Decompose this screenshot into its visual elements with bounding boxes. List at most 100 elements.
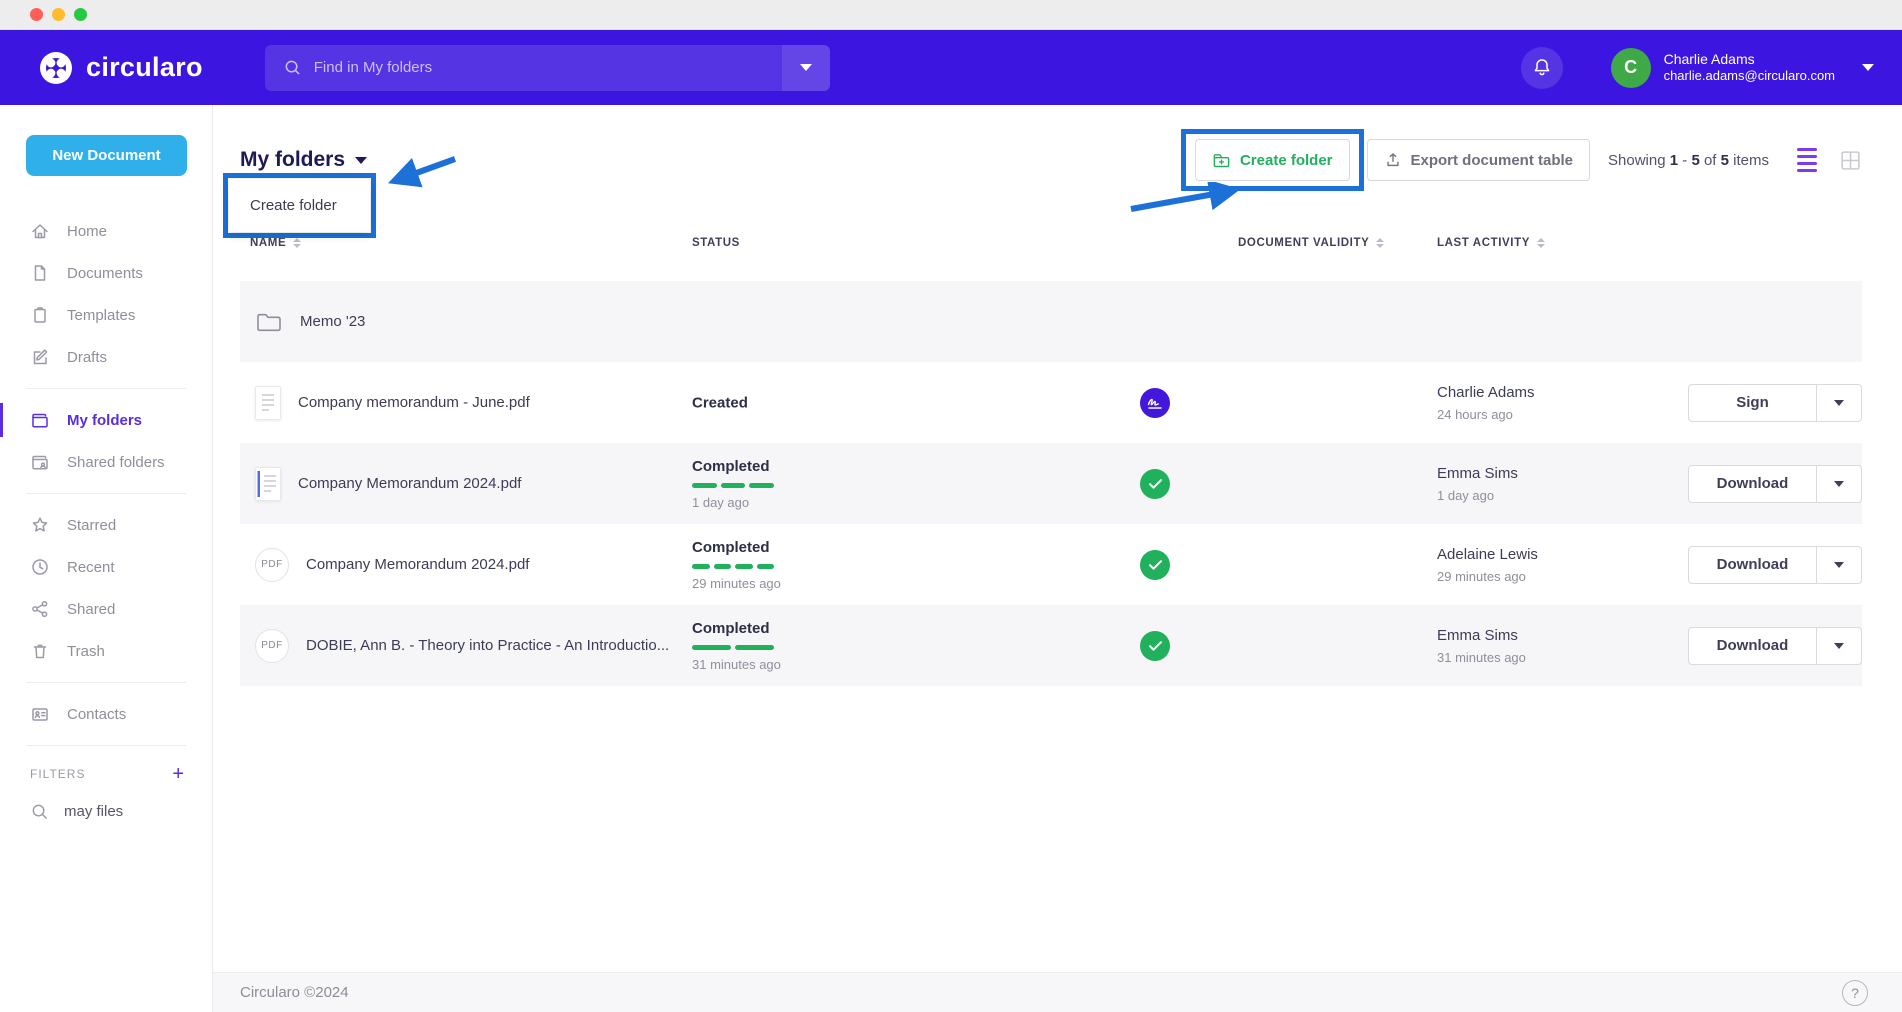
- status-cell: Completed 1 day ago: [692, 458, 774, 510]
- window-zoom-button[interactable]: [74, 8, 87, 21]
- footer: Circularo ©2024 ?: [213, 972, 1902, 1012]
- create-folder-button[interactable]: Create folder: [1195, 139, 1350, 181]
- list-view-button[interactable]: [1797, 148, 1817, 172]
- sort-icon: [1537, 238, 1545, 248]
- sidebar-item-contacts[interactable]: Contacts: [0, 693, 212, 735]
- grid-view-button[interactable]: [1839, 149, 1862, 172]
- sidebar-item-drafts[interactable]: Drafts: [0, 336, 212, 378]
- sidebar-item-shared[interactable]: Shared: [0, 588, 212, 630]
- activity-user: Emma Sims: [1437, 465, 1518, 482]
- circularo-logo-icon: [38, 50, 74, 86]
- saved-filter-may-files[interactable]: may files: [0, 802, 212, 821]
- sidebar: New Document Home Documents Templates Dr…: [0, 105, 213, 1012]
- trash-icon: [30, 641, 50, 661]
- sidebar-item-starred[interactable]: Starred: [0, 504, 212, 546]
- document-name: DOBIE, Ann B. - Theory into Practice - A…: [306, 637, 669, 654]
- toolbar-actions: Create folder Export document table Show…: [1181, 129, 1862, 191]
- window-close-button[interactable]: [30, 8, 43, 21]
- action-menu-button[interactable]: [1816, 547, 1861, 583]
- table-row-document[interactable]: Company Memorandum 2024.pdf Completed 1 …: [240, 443, 1862, 524]
- star-icon: [30, 515, 50, 535]
- search-icon: [30, 802, 49, 821]
- filters-header: FILTERS +: [0, 756, 212, 784]
- sidebar-item-templates[interactable]: Templates: [0, 294, 212, 336]
- activity-user: Emma Sims: [1437, 627, 1526, 644]
- chevron-down-icon: [1834, 643, 1844, 649]
- add-filter-button[interactable]: +: [172, 764, 184, 784]
- help-button[interactable]: ?: [1842, 980, 1868, 1006]
- signature-pending-icon: [1140, 388, 1170, 418]
- activity-user: Adelaine Lewis: [1437, 546, 1538, 563]
- export-document-table-button[interactable]: Export document table: [1367, 139, 1591, 181]
- sidebar-divider: [26, 682, 186, 683]
- activity-time: 1 day ago: [1437, 488, 1518, 503]
- sort-icon: [293, 238, 301, 248]
- chevron-down-icon: [800, 64, 812, 71]
- search-input[interactable]: [314, 59, 782, 76]
- sidebar-item-shared-folders[interactable]: Shared folders: [0, 441, 212, 483]
- column-header-name[interactable]: NAME: [250, 237, 301, 249]
- create-folder-label: Create folder: [1240, 152, 1333, 169]
- table-row-document[interactable]: PDF Company Memorandum 2024.pdf Complete…: [240, 524, 1862, 605]
- results-count: Showing 1 - 5 of 5 items: [1608, 152, 1769, 169]
- column-header-status[interactable]: STATUS: [692, 237, 740, 249]
- sidebar-item-trash[interactable]: Trash: [0, 630, 212, 672]
- brand-name: circularo: [86, 52, 203, 83]
- action-menu-button[interactable]: [1816, 466, 1861, 502]
- sidebar-item-my-folders[interactable]: My folders: [0, 399, 212, 441]
- download-button[interactable]: Download: [1689, 628, 1816, 664]
- sidebar-item-home[interactable]: Home: [0, 210, 212, 252]
- sidebar-item-label: Drafts: [67, 349, 107, 366]
- share-icon: [30, 599, 50, 619]
- filters-label: FILTERS: [30, 767, 85, 781]
- status-time: 1 day ago: [692, 495, 774, 510]
- chevron-down-icon: [355, 157, 367, 164]
- export-label: Export document table: [1411, 152, 1574, 169]
- status-label: Created: [692, 394, 748, 411]
- document-table: Memo '23 Company memorandum - June.pdf C…: [240, 281, 1862, 686]
- download-button[interactable]: Download: [1689, 547, 1816, 583]
- column-header-last-activity[interactable]: LAST ACTIVITY: [1437, 237, 1545, 249]
- create-folder-menu-item[interactable]: Create folder: [229, 179, 370, 232]
- action-split-button: Sign: [1688, 384, 1862, 422]
- valid-check-icon: [1140, 550, 1170, 580]
- view-switcher: [1797, 148, 1862, 172]
- sidebar-item-label: Shared: [67, 601, 115, 618]
- new-document-button[interactable]: New Document: [26, 135, 187, 176]
- table-row-folder[interactable]: Memo '23: [240, 281, 1862, 362]
- sidebar-item-label: Recent: [67, 559, 115, 576]
- action-menu-button[interactable]: [1816, 385, 1861, 421]
- brand-logo[interactable]: circularo: [38, 50, 203, 86]
- main-content: My folders Create folder Export d: [213, 105, 1902, 972]
- status-time: 31 minutes ago: [692, 657, 781, 672]
- status-label: Completed: [692, 620, 781, 637]
- notifications-button[interactable]: [1521, 47, 1563, 89]
- sign-button[interactable]: Sign: [1689, 385, 1816, 421]
- sidebar-item-documents[interactable]: Documents: [0, 252, 212, 294]
- folder-icon: [30, 410, 50, 430]
- status-label: Completed: [692, 458, 774, 475]
- window-titlebar: [0, 0, 1902, 30]
- action-menu-button[interactable]: [1816, 628, 1861, 664]
- search-scope-dropdown[interactable]: [782, 45, 830, 91]
- workflow-progress-bar: [692, 645, 774, 650]
- document-name: Company Memorandum 2024.pdf: [306, 556, 529, 573]
- download-button[interactable]: Download: [1689, 466, 1816, 502]
- sidebar-divider: [26, 745, 186, 746]
- sidebar-divider: [26, 493, 186, 494]
- status-label: Completed: [692, 539, 781, 556]
- table-row-document[interactable]: Company memorandum - June.pdf Created Ch…: [240, 362, 1862, 443]
- user-menu[interactable]: C Charlie Adams charlie.adams@circularo.…: [1611, 48, 1874, 88]
- copyright-text: Circularo ©2024: [240, 984, 349, 1001]
- pencil-square-icon: [30, 347, 50, 367]
- table-row-document[interactable]: PDF DOBIE, Ann B. - Theory into Practice…: [240, 605, 1862, 686]
- sidebar-item-label: Shared folders: [67, 454, 165, 471]
- page-title-dropdown[interactable]: My folders: [240, 148, 367, 172]
- activity-time: 24 hours ago: [1437, 407, 1535, 422]
- column-header-document-validity[interactable]: DOCUMENT VALIDITY: [1238, 237, 1384, 249]
- sidebar-item-recent[interactable]: Recent: [0, 546, 212, 588]
- activity-user: Charlie Adams: [1437, 384, 1535, 401]
- window-minimize-button[interactable]: [52, 8, 65, 21]
- document-preview-icon: [255, 386, 281, 420]
- user-name: Charlie Adams: [1664, 51, 1835, 69]
